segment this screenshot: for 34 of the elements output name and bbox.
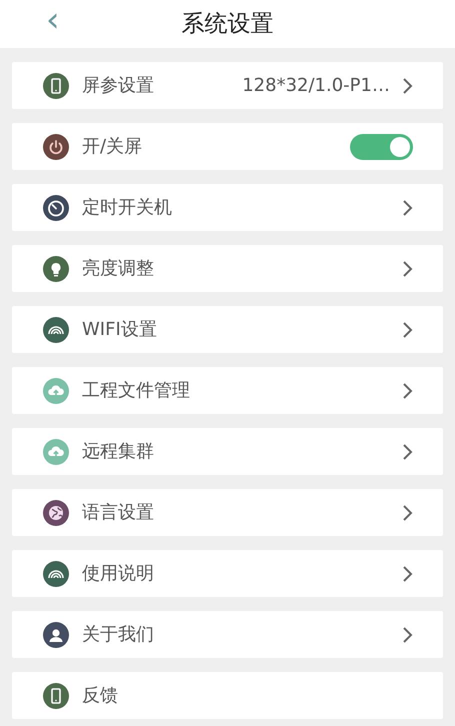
chevron-right-icon — [402, 442, 413, 460]
settings-row[interactable]: WIFI设置 — [12, 306, 443, 353]
settings-row[interactable]: 关于我们 — [12, 611, 443, 658]
settings-row[interactable]: 远程集群 — [12, 428, 443, 475]
chevron-right-icon — [402, 320, 413, 338]
setting-label: 定时开关机 — [82, 196, 172, 220]
settings-row[interactable]: 亮度调整 — [12, 245, 443, 292]
chevron-right-icon — [402, 76, 413, 94]
chevron-right-icon — [402, 382, 413, 400]
chevron-right-icon — [402, 564, 413, 582]
settings-row[interactable]: 屏参设置 128*32/1.0-P1… — [12, 62, 443, 109]
toggle-switch[interactable] — [350, 134, 413, 160]
setting-label: 使用说明 — [82, 562, 154, 586]
settings-row[interactable]: 使用说明 — [12, 550, 443, 597]
chevron-right-icon — [402, 260, 413, 278]
page-title: 系统设置 — [182, 12, 274, 36]
settings-row[interactable]: 开/关屏 — [12, 123, 443, 170]
settings-row[interactable]: 定时开关机 — [12, 184, 443, 231]
setting-label: 开/关屏 — [82, 135, 142, 159]
settings-row[interactable]: 反馈 — [12, 672, 443, 719]
setting-label: 语言设置 — [82, 501, 154, 525]
chevron-right-icon — [402, 626, 413, 644]
setting-label: WIFI设置 — [82, 318, 157, 342]
settings-row[interactable]: 语言设置 — [12, 489, 443, 536]
chevron-right-icon — [402, 504, 413, 522]
settings-row[interactable]: 工程文件管理 — [12, 367, 443, 414]
setting-label: 屏参设置 — [82, 74, 154, 98]
setting-label: 反馈 — [82, 684, 118, 708]
setting-label: 关于我们 — [82, 623, 154, 647]
setting-label: 远程集群 — [82, 440, 154, 464]
chevron-right-icon — [402, 198, 413, 216]
setting-label: 工程文件管理 — [82, 379, 190, 403]
setting-value: 128*32/1.0-P1… — [242, 74, 390, 98]
setting-label: 亮度调整 — [82, 257, 154, 281]
